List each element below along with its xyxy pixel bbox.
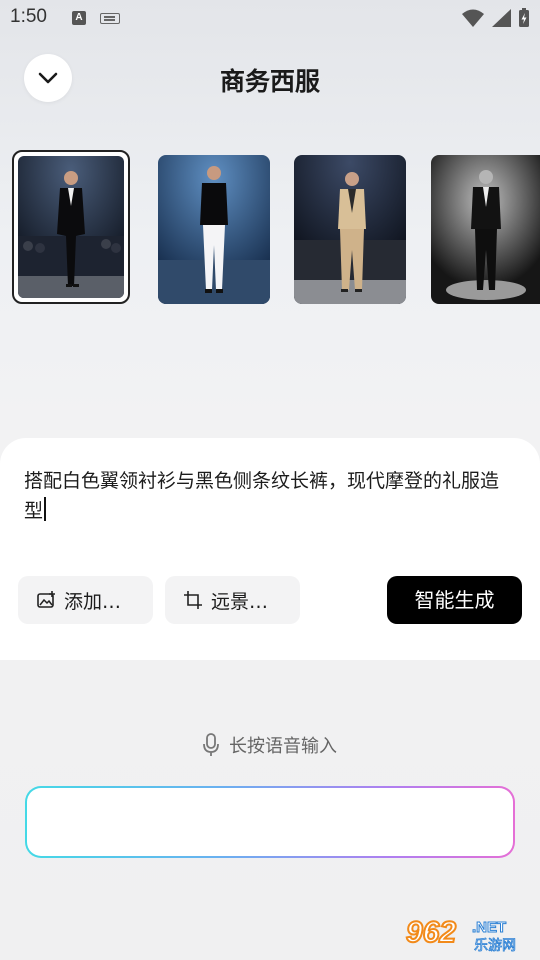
style-gallery[interactable]	[0, 148, 540, 310]
prompt-panel: 搭配白色翼领衬衫与黑色侧条纹长裤，现代摩登的礼服造型 添加… 远景… 智能生成	[0, 438, 540, 660]
status-time: 1:50	[10, 6, 47, 27]
keyboard-icon	[100, 13, 120, 24]
style-thumb-white-trousers[interactable]	[158, 155, 270, 304]
prompt-text: 搭配白色翼领衬衫与黑色侧条纹长裤，现代摩登的礼服造型	[24, 470, 500, 522]
voice-hint: 长按语音输入	[0, 732, 540, 758]
style-thumb-black-tuxedo[interactable]	[12, 150, 130, 304]
watermark-suffix: .NET	[472, 919, 506, 936]
voice-input-inner	[27, 788, 513, 856]
crop-frame-icon	[184, 591, 202, 609]
site-watermark-logo: 962 .NET 乐游网	[402, 910, 534, 956]
voice-waveform-icon	[216, 811, 322, 833]
view-chip-label: 远景…	[211, 590, 269, 613]
page-title: 商务西服	[219, 67, 320, 96]
add-image-icon	[37, 591, 55, 608]
add-chip-label: 添加…	[64, 590, 122, 613]
runway-photo-black-tuxedo	[18, 156, 124, 298]
input-method-icon: A	[72, 11, 86, 25]
status-bar: 1:50 A	[0, 0, 540, 36]
runway-photo-beige-suit	[294, 155, 406, 304]
runway-photo-spotlight-suit	[431, 155, 540, 304]
generate-button[interactable]: 智能生成	[387, 576, 522, 624]
microphone-icon	[203, 733, 219, 756]
battery-charging-icon	[519, 8, 529, 27]
wifi-icon	[462, 9, 484, 27]
text-caret	[44, 497, 47, 521]
runway-photo-white-trousers	[158, 155, 270, 304]
prompt-text-area[interactable]: 搭配白色翼领衬衫与黑色侧条纹长裤，现代摩登的礼服造型	[24, 466, 516, 526]
signal-icon	[492, 9, 511, 27]
add-image-chip[interactable]: 添加…	[18, 576, 153, 624]
watermark-subtitle: 乐游网	[474, 938, 516, 954]
voice-input-button[interactable]	[25, 786, 515, 858]
style-thumb-spotlight-suit[interactable]	[431, 155, 540, 304]
watermark-brand: 962	[406, 916, 456, 949]
style-thumb-beige-suit[interactable]	[294, 155, 406, 304]
long-shot-chip[interactable]: 远景…	[165, 576, 300, 624]
voice-hint-label: 长按语音输入	[229, 736, 337, 757]
